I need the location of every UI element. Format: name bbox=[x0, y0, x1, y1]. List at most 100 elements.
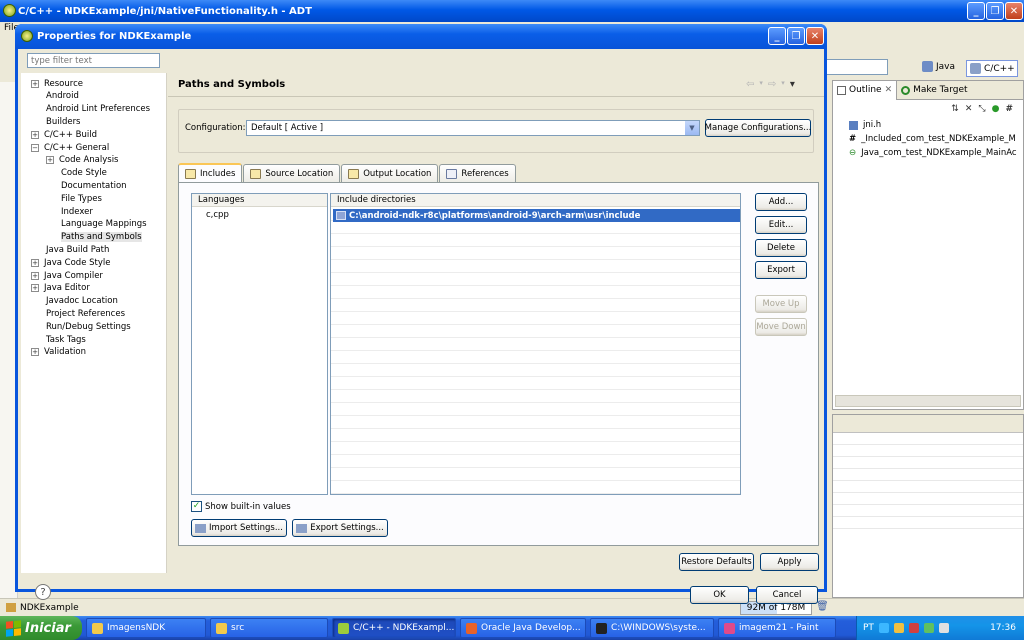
language-indicator[interactable]: PT bbox=[863, 623, 874, 633]
taskbar-task[interactable]: imagem21 - Paint bbox=[718, 618, 836, 638]
tree-item-label: Java Build Path bbox=[46, 244, 110, 255]
tree-item[interactable]: Indexer bbox=[61, 205, 93, 218]
include-directories-table[interactable]: Include directories C:\android-ndk-r8c\p… bbox=[330, 193, 741, 495]
hide-macros-icon[interactable]: # bbox=[1005, 104, 1013, 114]
antivirus-icon[interactable] bbox=[908, 623, 919, 633]
tree-item[interactable]: + C/C++ Build bbox=[31, 128, 97, 141]
tree-item[interactable]: Task Tags bbox=[46, 333, 86, 346]
configuration-select[interactable]: Default [ Active ] ▼ bbox=[246, 120, 700, 136]
expand-icon[interactable]: + bbox=[46, 156, 54, 165]
tab-includes[interactable]: Includes bbox=[178, 163, 243, 183]
network-icon[interactable] bbox=[878, 623, 889, 633]
tree-item[interactable]: Documentation bbox=[61, 179, 127, 192]
taskbar-task[interactable]: C:\WINDOWS\syste... bbox=[590, 618, 714, 638]
adt-app-icon bbox=[3, 4, 16, 17]
perspective-cpp-button[interactable]: C/C++ bbox=[966, 60, 1018, 77]
tree-item[interactable]: + Validation bbox=[31, 346, 86, 359]
languages-list[interactable]: Languages c,cpp bbox=[191, 193, 328, 495]
expand-icon[interactable]: + bbox=[31, 271, 39, 280]
edit-button[interactable]: Edit... bbox=[755, 216, 807, 234]
export-settings-button[interactable]: Export Settings... bbox=[292, 519, 388, 537]
outline-item[interactable]: ⊖ Java_com_test_NDKExample_MainAc bbox=[833, 146, 1023, 160]
hide-static-icon[interactable]: ⤡ bbox=[978, 104, 985, 114]
adt-toolbar-search-input[interactable] bbox=[822, 59, 888, 75]
tree-item[interactable]: + Java Code Style bbox=[31, 256, 110, 269]
expand-icon[interactable]: + bbox=[31, 130, 39, 139]
language-item[interactable]: c,cpp bbox=[206, 210, 229, 220]
show-builtins-checkbox[interactable]: ✓ Show built-in values bbox=[191, 501, 291, 512]
garbage-collect-icon[interactable]: 🗑 bbox=[816, 601, 829, 612]
tree-item[interactable]: − C/C++ General bbox=[31, 141, 109, 154]
dialog-minimize-button[interactable]: _ bbox=[768, 27, 786, 45]
tree-item[interactable]: + Java Compiler bbox=[31, 269, 103, 282]
forward-dropdown-icon[interactable]: ▾ bbox=[781, 79, 785, 90]
tree-item[interactable]: + Code Analysis bbox=[46, 154, 118, 167]
hide-nonpublic-icon[interactable]: ● bbox=[992, 104, 1000, 114]
import-settings-button[interactable]: Import Settings... bbox=[191, 519, 287, 537]
clock[interactable]: 17:36 bbox=[990, 623, 1016, 633]
tab-outline[interactable]: Outline ✕ bbox=[833, 80, 898, 100]
collapse-icon[interactable]: − bbox=[31, 143, 39, 152]
view-menu-icon[interactable]: ▾ bbox=[790, 79, 795, 90]
signal-icon[interactable] bbox=[923, 623, 934, 633]
volume-icon[interactable] bbox=[938, 623, 949, 633]
tree-item[interactable]: Builders bbox=[46, 115, 81, 128]
move-down-button[interactable]: Move Down bbox=[755, 318, 807, 336]
dialog-close-button[interactable]: ✕ bbox=[806, 27, 824, 45]
ok-button[interactable]: OK bbox=[690, 586, 749, 604]
perspective-java-button[interactable]: Java bbox=[922, 61, 955, 72]
tree-item[interactable]: Javadoc Location bbox=[46, 295, 118, 308]
tree-item[interactable]: Language Mappings bbox=[61, 218, 147, 231]
tree-item[interactable]: + Java Editor bbox=[31, 282, 90, 295]
expand-icon[interactable]: + bbox=[31, 258, 39, 267]
delete-button[interactable]: Delete bbox=[755, 239, 807, 257]
tab-output-location[interactable]: Output Location bbox=[341, 164, 439, 183]
tree-item[interactable]: Android Lint Preferences bbox=[46, 103, 150, 116]
expand-icon[interactable]: + bbox=[31, 284, 39, 293]
tree-item[interactable]: Code Style bbox=[61, 167, 107, 180]
export-button[interactable]: Export bbox=[755, 261, 807, 279]
close-icon[interactable]: ✕ bbox=[885, 85, 893, 95]
table-row[interactable]: C:\android-ndk-r8c\platforms\android-9\a… bbox=[333, 209, 740, 222]
move-up-button[interactable]: Move Up bbox=[755, 295, 807, 313]
start-button[interactable]: Iniciar bbox=[0, 616, 82, 640]
tab-source-location[interactable]: Source Location bbox=[243, 164, 341, 183]
back-arrow-icon[interactable]: ⇦ bbox=[746, 79, 754, 90]
security-icon[interactable] bbox=[893, 623, 904, 633]
taskbar-task[interactable]: C/C++ - NDKExampl... bbox=[332, 618, 456, 638]
adt-close-button[interactable]: ✕ bbox=[1005, 2, 1023, 20]
dialog-maximize-button[interactable]: ❐ bbox=[787, 27, 805, 45]
outline-item[interactable]: # _Included_com_test_NDKExample_M bbox=[833, 132, 1023, 146]
apply-button[interactable]: Apply bbox=[760, 553, 819, 571]
tree-item[interactable]: + Resource bbox=[31, 77, 83, 90]
tab-references[interactable]: References bbox=[439, 164, 516, 183]
tree-item[interactable]: Paths and Symbols bbox=[61, 231, 142, 244]
tree-item[interactable]: File Types bbox=[61, 192, 102, 205]
sort-icon[interactable]: ⇅ bbox=[951, 104, 959, 114]
taskbar-task[interactable]: Oracle Java Develop... bbox=[460, 618, 586, 638]
expand-icon[interactable]: + bbox=[31, 79, 39, 88]
checkbox-check-icon[interactable]: ✓ bbox=[191, 501, 202, 512]
taskbar-task[interactable]: src bbox=[210, 618, 328, 638]
tree-item[interactable]: Run/Debug Settings bbox=[46, 320, 131, 333]
expand-icon[interactable]: + bbox=[31, 348, 39, 357]
outline-horizontal-scrollbar[interactable] bbox=[835, 395, 1021, 407]
restore-defaults-button[interactable]: Restore Defaults bbox=[679, 553, 754, 571]
tree-item[interactable]: Project References bbox=[46, 307, 125, 320]
hide-fields-icon[interactable]: ✕ bbox=[965, 104, 973, 114]
forward-arrow-icon[interactable]: ⇨ bbox=[768, 79, 776, 90]
manage-configurations-button[interactable]: Manage Configurations... bbox=[705, 119, 811, 137]
adt-minimize-button[interactable]: _ bbox=[967, 2, 985, 20]
outline-item[interactable]: jni.h bbox=[833, 118, 1023, 132]
chevron-down-icon[interactable]: ▼ bbox=[684, 121, 699, 135]
cancel-button[interactable]: Cancel bbox=[756, 586, 818, 604]
adt-maximize-button[interactable]: ❐ bbox=[986, 2, 1004, 20]
add-button[interactable]: Add... bbox=[755, 193, 807, 211]
help-icon[interactable]: ? bbox=[35, 584, 51, 600]
filter-input[interactable] bbox=[27, 53, 160, 68]
tree-item[interactable]: Android bbox=[46, 90, 79, 103]
tree-item[interactable]: Java Build Path bbox=[46, 243, 109, 256]
back-dropdown-icon[interactable]: ▾ bbox=[759, 79, 763, 90]
taskbar-task[interactable]: ImagensNDK bbox=[86, 618, 206, 638]
tab-make-target[interactable]: Make Target bbox=[897, 81, 971, 100]
